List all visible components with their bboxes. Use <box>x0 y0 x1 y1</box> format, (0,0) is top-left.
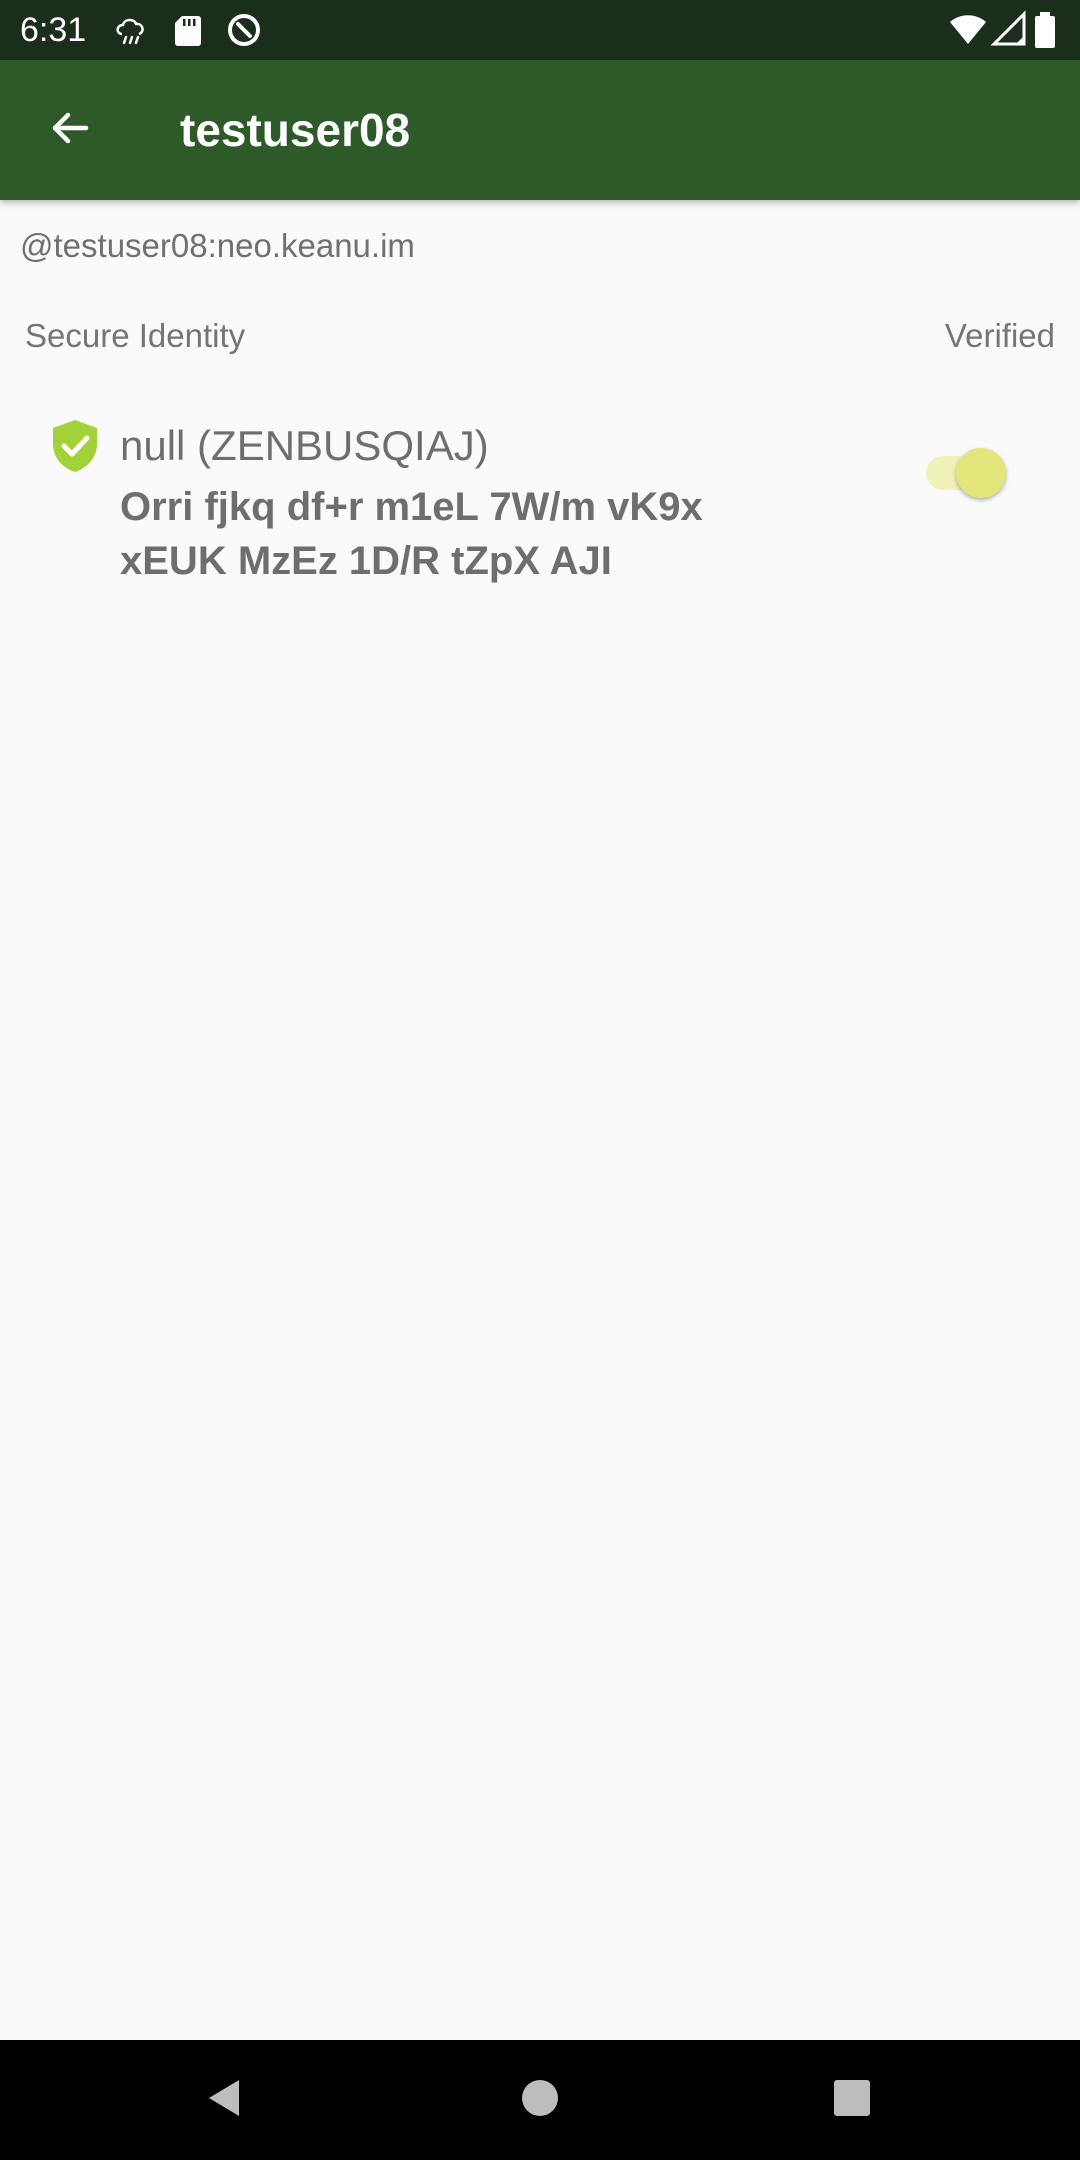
battery-icon <box>1030 10 1060 50</box>
vpn-icon <box>224 10 264 50</box>
arrow-back-icon <box>46 104 94 157</box>
verified-toggle[interactable] <box>926 436 1010 500</box>
app-bar: testuser08 <box>0 60 1080 200</box>
system-nav-bar <box>0 2040 1080 2160</box>
status-bar: 6:31 <box>0 0 1080 60</box>
fingerprint-line-2: xEUK MzEz 1D/R tZpX AJI <box>120 539 612 583</box>
matrix-user-id: @testuser08:neo.keanu.im <box>20 227 415 264</box>
toggle-thumb <box>956 448 1006 498</box>
recents-square-icon <box>830 2076 874 2125</box>
identity-list-item[interactable]: null (ZENBUSQIAJ) Orri fjkq df+r m1eL 7W… <box>0 400 1080 600</box>
identity-name: null (ZENBUSQIAJ) <box>120 422 489 469</box>
verified-shield-icon <box>50 418 100 474</box>
verified-header: Verified <box>944 317 1055 354</box>
wifi-icon <box>948 10 988 50</box>
back-button[interactable] <box>38 98 102 162</box>
nav-recents-button[interactable] <box>822 2070 882 2130</box>
signal-icon <box>990 10 1030 50</box>
cloud-download-icon <box>112 10 152 50</box>
nav-back-button[interactable] <box>195 2070 255 2130</box>
home-circle-icon <box>518 2076 562 2125</box>
sd-card-icon <box>168 10 208 50</box>
identity-fingerprint: Orri fjkq df+r m1eL 7W/m vK9x xEUK MzEz … <box>120 480 800 588</box>
secure-identity-header: Secure Identity <box>25 317 246 354</box>
status-time: 6:31 <box>20 11 87 49</box>
fingerprint-line-1: Orri fjkq df+r m1eL 7W/m vK9x <box>120 485 703 529</box>
back-triangle-icon <box>203 2076 247 2125</box>
nav-home-button[interactable] <box>510 2070 570 2130</box>
page-title: testuser08 <box>180 104 411 156</box>
